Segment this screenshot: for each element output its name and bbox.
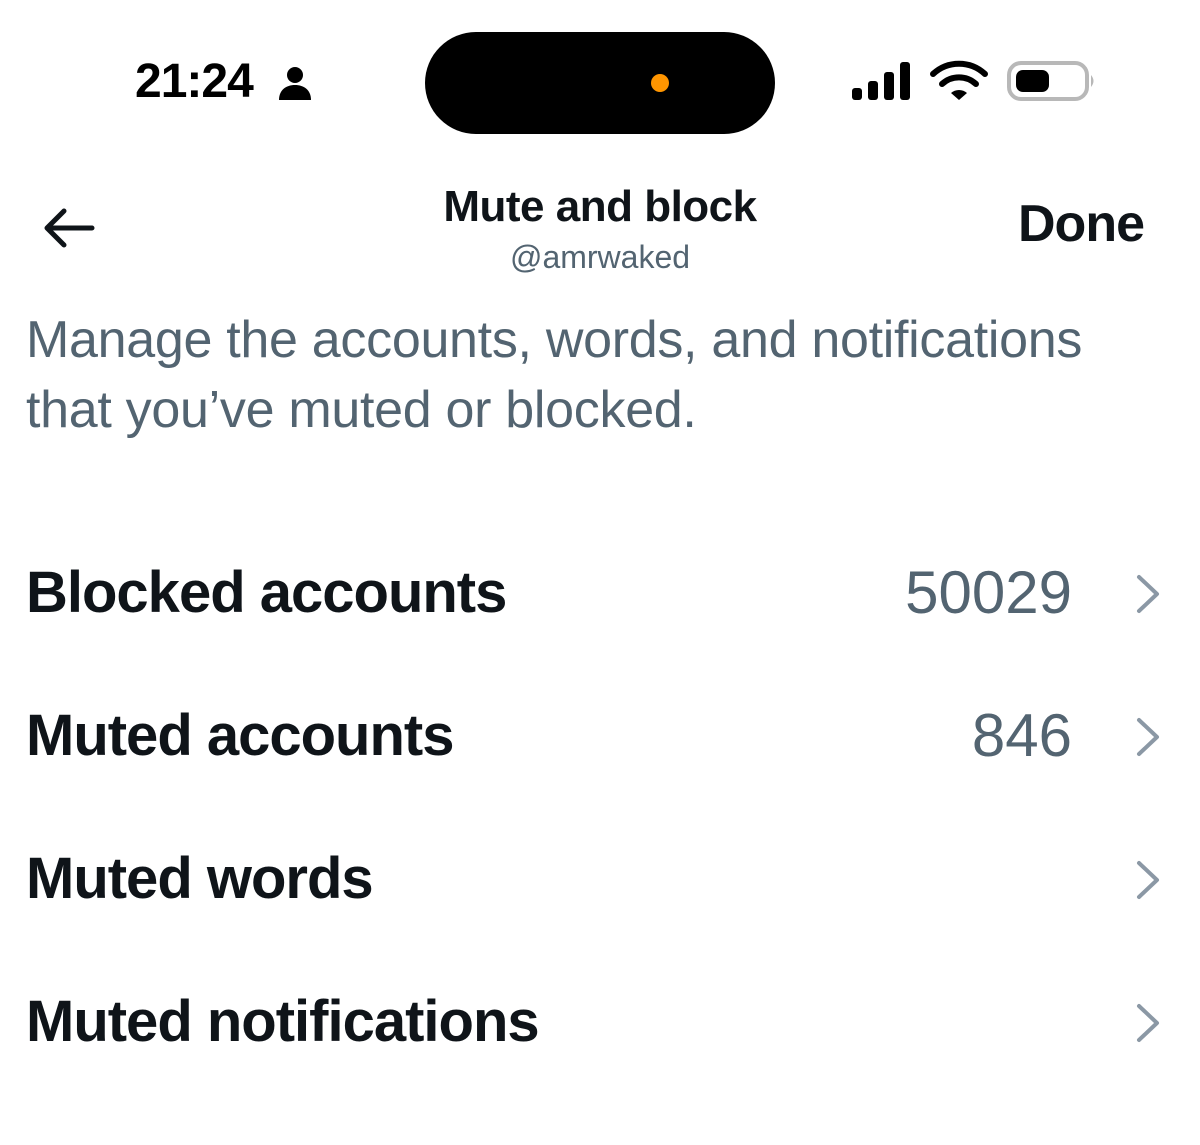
- muted-notifications-row[interactable]: Muted notifications: [0, 949, 1200, 1092]
- dynamic-island: [425, 32, 775, 134]
- row-count: 50029: [905, 559, 1072, 626]
- arrow-left-icon: [44, 208, 95, 248]
- status-time: 21:24: [135, 55, 254, 108]
- page-description: Manage the accounts, words, and notifica…: [26, 311, 1083, 439]
- row-label: Muted notifications: [26, 989, 540, 1054]
- account-handle: @amrwaked: [509, 239, 691, 275]
- person-icon: [279, 67, 311, 100]
- chevron-right-icon: [1137, 575, 1159, 613]
- status-bar: 21:24: [0, 0, 1200, 150]
- row-label: Muted words: [26, 846, 374, 911]
- row-label: Blocked accounts: [26, 560, 507, 625]
- chevron-right-icon: [1137, 861, 1159, 899]
- muted-words-row[interactable]: Muted words: [0, 806, 1200, 949]
- chevron-right-icon: [1137, 1004, 1159, 1042]
- back-button[interactable]: [36, 198, 100, 258]
- signal-icon: [852, 62, 910, 100]
- muted-accounts-row[interactable]: Muted accounts 846: [0, 663, 1200, 806]
- wifi-icon: [930, 60, 988, 100]
- row-label: Muted accounts: [26, 703, 454, 768]
- row-count: 846: [971, 702, 1072, 769]
- privacy-indicator-dot: [651, 74, 669, 92]
- done-button[interactable]: Done: [1018, 192, 1145, 256]
- battery-icon: [1007, 61, 1094, 101]
- settings-list: Blocked accounts 50029 Muted accounts 84…: [0, 520, 1200, 1092]
- blocked-accounts-row[interactable]: Blocked accounts 50029: [0, 520, 1200, 663]
- chevron-right-icon: [1137, 718, 1159, 756]
- mute-and-block-screen: 21:24 Mute and block @amrwaked Done Mana…: [0, 0, 1200, 1145]
- page-title: Mute and block: [443, 182, 757, 231]
